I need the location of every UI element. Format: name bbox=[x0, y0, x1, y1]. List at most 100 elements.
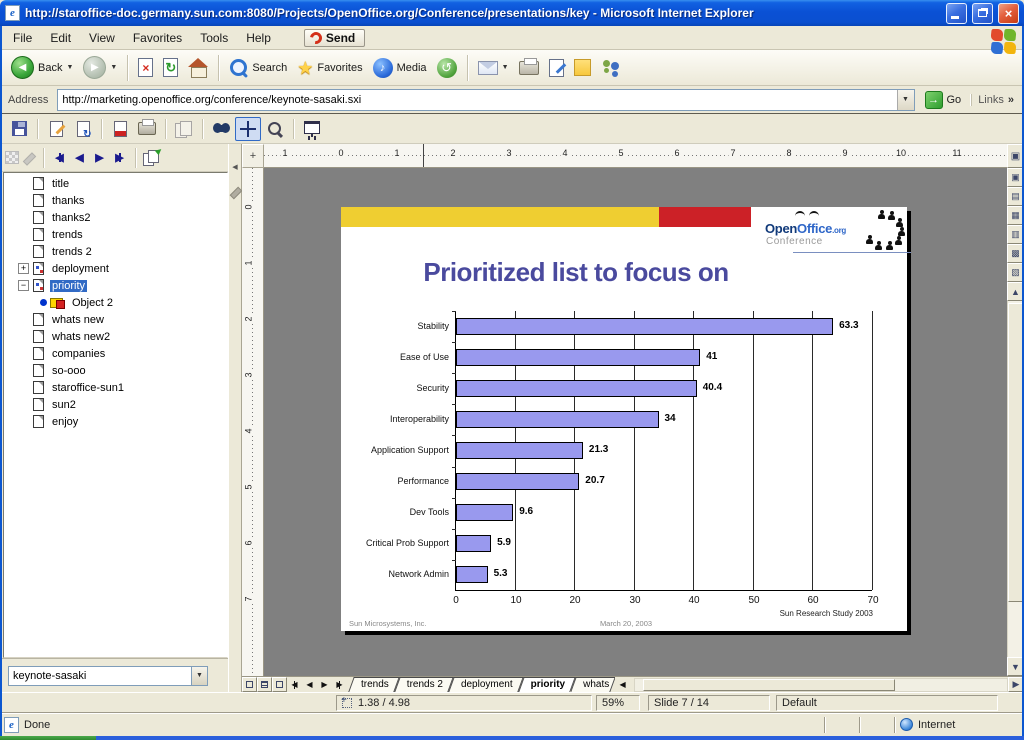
menu-favorites[interactable]: Favorites bbox=[124, 28, 191, 48]
menu-view[interactable]: View bbox=[80, 28, 124, 48]
tree-item-deployment[interactable]: + deployment bbox=[4, 260, 227, 277]
messenger-button[interactable] bbox=[597, 57, 627, 79]
tree-item-label[interactable]: Object 2 bbox=[70, 297, 115, 309]
tree-item-so-ooo[interactable]: so-ooo bbox=[4, 362, 227, 379]
tree-item-thanks2[interactable]: thanks2 bbox=[4, 209, 227, 226]
forward-dropdown-icon[interactable]: ▼ bbox=[110, 64, 117, 71]
back-dropdown-icon[interactable]: ▼ bbox=[66, 64, 73, 71]
tree-item-companies[interactable]: companies bbox=[4, 345, 227, 362]
print-file-button[interactable] bbox=[134, 117, 160, 141]
save-button[interactable] bbox=[6, 117, 32, 141]
zoom-button[interactable] bbox=[262, 117, 288, 141]
menu-file[interactable]: File bbox=[4, 28, 41, 48]
tree-item-staroffice-sun1[interactable]: staroffice-sun1 bbox=[4, 379, 227, 396]
slide[interactable]: OpenOffice.org Conference Prioritized li… bbox=[341, 207, 907, 631]
links-button[interactable]: Links » bbox=[971, 94, 1020, 106]
tree-item-trends[interactable]: trends bbox=[4, 226, 227, 243]
expand-icon[interactable]: + bbox=[18, 263, 29, 274]
tree-item-label[interactable]: thanks bbox=[50, 195, 86, 207]
menu-help[interactable]: Help bbox=[237, 28, 280, 48]
tree-item-label[interactable]: deployment bbox=[50, 263, 111, 275]
tree-item-title[interactable]: title bbox=[4, 175, 227, 192]
goto-page-icon[interactable] bbox=[143, 150, 160, 165]
mail-dropdown-icon[interactable]: ▼ bbox=[502, 64, 509, 71]
slide-tab-trends[interactable]: trends bbox=[349, 677, 399, 692]
next-tab-button[interactable]: ▶ bbox=[317, 677, 332, 692]
tree-item-enjoy[interactable]: enjoy bbox=[4, 413, 227, 430]
mail-button[interactable]: ▼ bbox=[474, 59, 513, 77]
tree-item-trends-2[interactable]: trends 2 bbox=[4, 243, 227, 260]
tree-item-label[interactable]: sun2 bbox=[50, 399, 78, 411]
previous-tab-button[interactable]: ◀ bbox=[302, 677, 317, 692]
restore-button[interactable] bbox=[972, 3, 993, 24]
forward-button[interactable]: ▶ ▼ bbox=[79, 54, 121, 81]
export-pdf-button[interactable] bbox=[107, 117, 133, 141]
tree-item-priority[interactable]: − priority bbox=[4, 277, 227, 294]
tree-item-label[interactable]: thanks2 bbox=[50, 212, 93, 224]
first-tab-button[interactable]: ◀ bbox=[287, 677, 302, 692]
collapse-icon[interactable]: − bbox=[18, 280, 29, 291]
tree-item-thanks[interactable]: thanks bbox=[4, 192, 227, 209]
search-button[interactable]: Search bbox=[225, 56, 291, 79]
close-button[interactable]: × bbox=[998, 3, 1019, 24]
slide-tab-deployment[interactable]: deployment bbox=[449, 677, 523, 692]
tree-item-label[interactable]: whats new2 bbox=[50, 331, 112, 343]
tree-item-label[interactable]: so-ooo bbox=[50, 365, 88, 377]
document-selector[interactable] bbox=[8, 666, 191, 686]
view-mode-button-3[interactable] bbox=[272, 677, 287, 692]
minimize-button[interactable] bbox=[946, 3, 967, 24]
horizontal-scrollbar-thumb[interactable] bbox=[643, 679, 896, 691]
document-canvas[interactable]: OpenOffice.org Conference Prioritized li… bbox=[264, 168, 1007, 676]
tree-item-label[interactable]: trends bbox=[50, 229, 85, 241]
zoom-panel[interactable]: 59% bbox=[596, 695, 640, 711]
address-dropdown-button[interactable]: ▼ bbox=[897, 90, 914, 110]
last-slide-button[interactable]: ▶ bbox=[111, 151, 128, 164]
home-button[interactable] bbox=[184, 56, 212, 79]
favorites-button[interactable]: ★ Favorites bbox=[293, 57, 366, 79]
tree-item-whats-new2[interactable]: whats new2 bbox=[4, 328, 227, 345]
horizontal-scrollbar[interactable] bbox=[634, 678, 1008, 692]
edit-button[interactable] bbox=[545, 57, 568, 79]
view-mode-button-1[interactable] bbox=[242, 677, 257, 692]
previous-slide-button[interactable]: ◀ bbox=[71, 151, 88, 164]
discuss-button[interactable] bbox=[570, 57, 595, 78]
tree-item-label[interactable]: enjoy bbox=[50, 416, 80, 428]
first-slide-button[interactable]: ◀ bbox=[51, 151, 68, 164]
back-button[interactable]: ◀ Back ▼ bbox=[7, 54, 77, 81]
stop-button[interactable]: × bbox=[134, 56, 157, 79]
address-input[interactable] bbox=[58, 91, 896, 109]
panel-splitter[interactable]: ◀ bbox=[228, 144, 242, 692]
scroll-tabs-left-button[interactable]: ◀ bbox=[615, 677, 630, 692]
slide-tab-whats[interactable]: whats bbox=[571, 677, 615, 692]
tree-item-Object-2[interactable]: Object 2 bbox=[4, 294, 227, 311]
tree-item-whats-new[interactable]: whats new bbox=[4, 311, 227, 328]
view-mode-button-2[interactable] bbox=[257, 677, 272, 692]
tree-item-sun2[interactable]: sun2 bbox=[4, 396, 227, 413]
history-button[interactable]: ↺ bbox=[433, 56, 461, 80]
tree-item-label[interactable]: trends 2 bbox=[50, 246, 94, 258]
tree-item-label[interactable]: whats new bbox=[50, 314, 106, 326]
reload-button[interactable] bbox=[70, 117, 96, 141]
send-button[interactable]: Send bbox=[304, 29, 365, 47]
presentation-button[interactable] bbox=[299, 117, 325, 141]
last-tab-button[interactable]: ▶ bbox=[332, 677, 347, 692]
back-label: Back bbox=[38, 62, 62, 74]
edit-file-button[interactable] bbox=[43, 117, 69, 141]
tree-item-label[interactable]: staroffice-sun1 bbox=[50, 382, 126, 394]
navigator-button[interactable] bbox=[235, 117, 261, 141]
tree-item-label[interactable]: title bbox=[50, 178, 71, 190]
next-slide-button[interactable]: ▶ bbox=[91, 151, 108, 164]
slide-tab-priority[interactable]: priority bbox=[519, 677, 575, 692]
tree-item-label[interactable]: companies bbox=[50, 348, 107, 360]
find-button[interactable] bbox=[208, 117, 234, 141]
menu-tools[interactable]: Tools bbox=[191, 28, 237, 48]
menu-edit[interactable]: Edit bbox=[41, 28, 80, 48]
media-button[interactable]: ♪ Media bbox=[369, 56, 431, 80]
slide-tab-trends-2[interactable]: trends 2 bbox=[395, 677, 453, 692]
refresh-button[interactable]: ↻ bbox=[159, 56, 182, 79]
print-button[interactable] bbox=[515, 59, 543, 77]
tree-item-label[interactable]: priority bbox=[50, 280, 87, 292]
collapse-panel-button[interactable]: ◀ bbox=[230, 160, 241, 174]
go-button[interactable]: → Go bbox=[920, 91, 967, 109]
document-selector-dropdown[interactable]: ▼ bbox=[191, 666, 208, 686]
